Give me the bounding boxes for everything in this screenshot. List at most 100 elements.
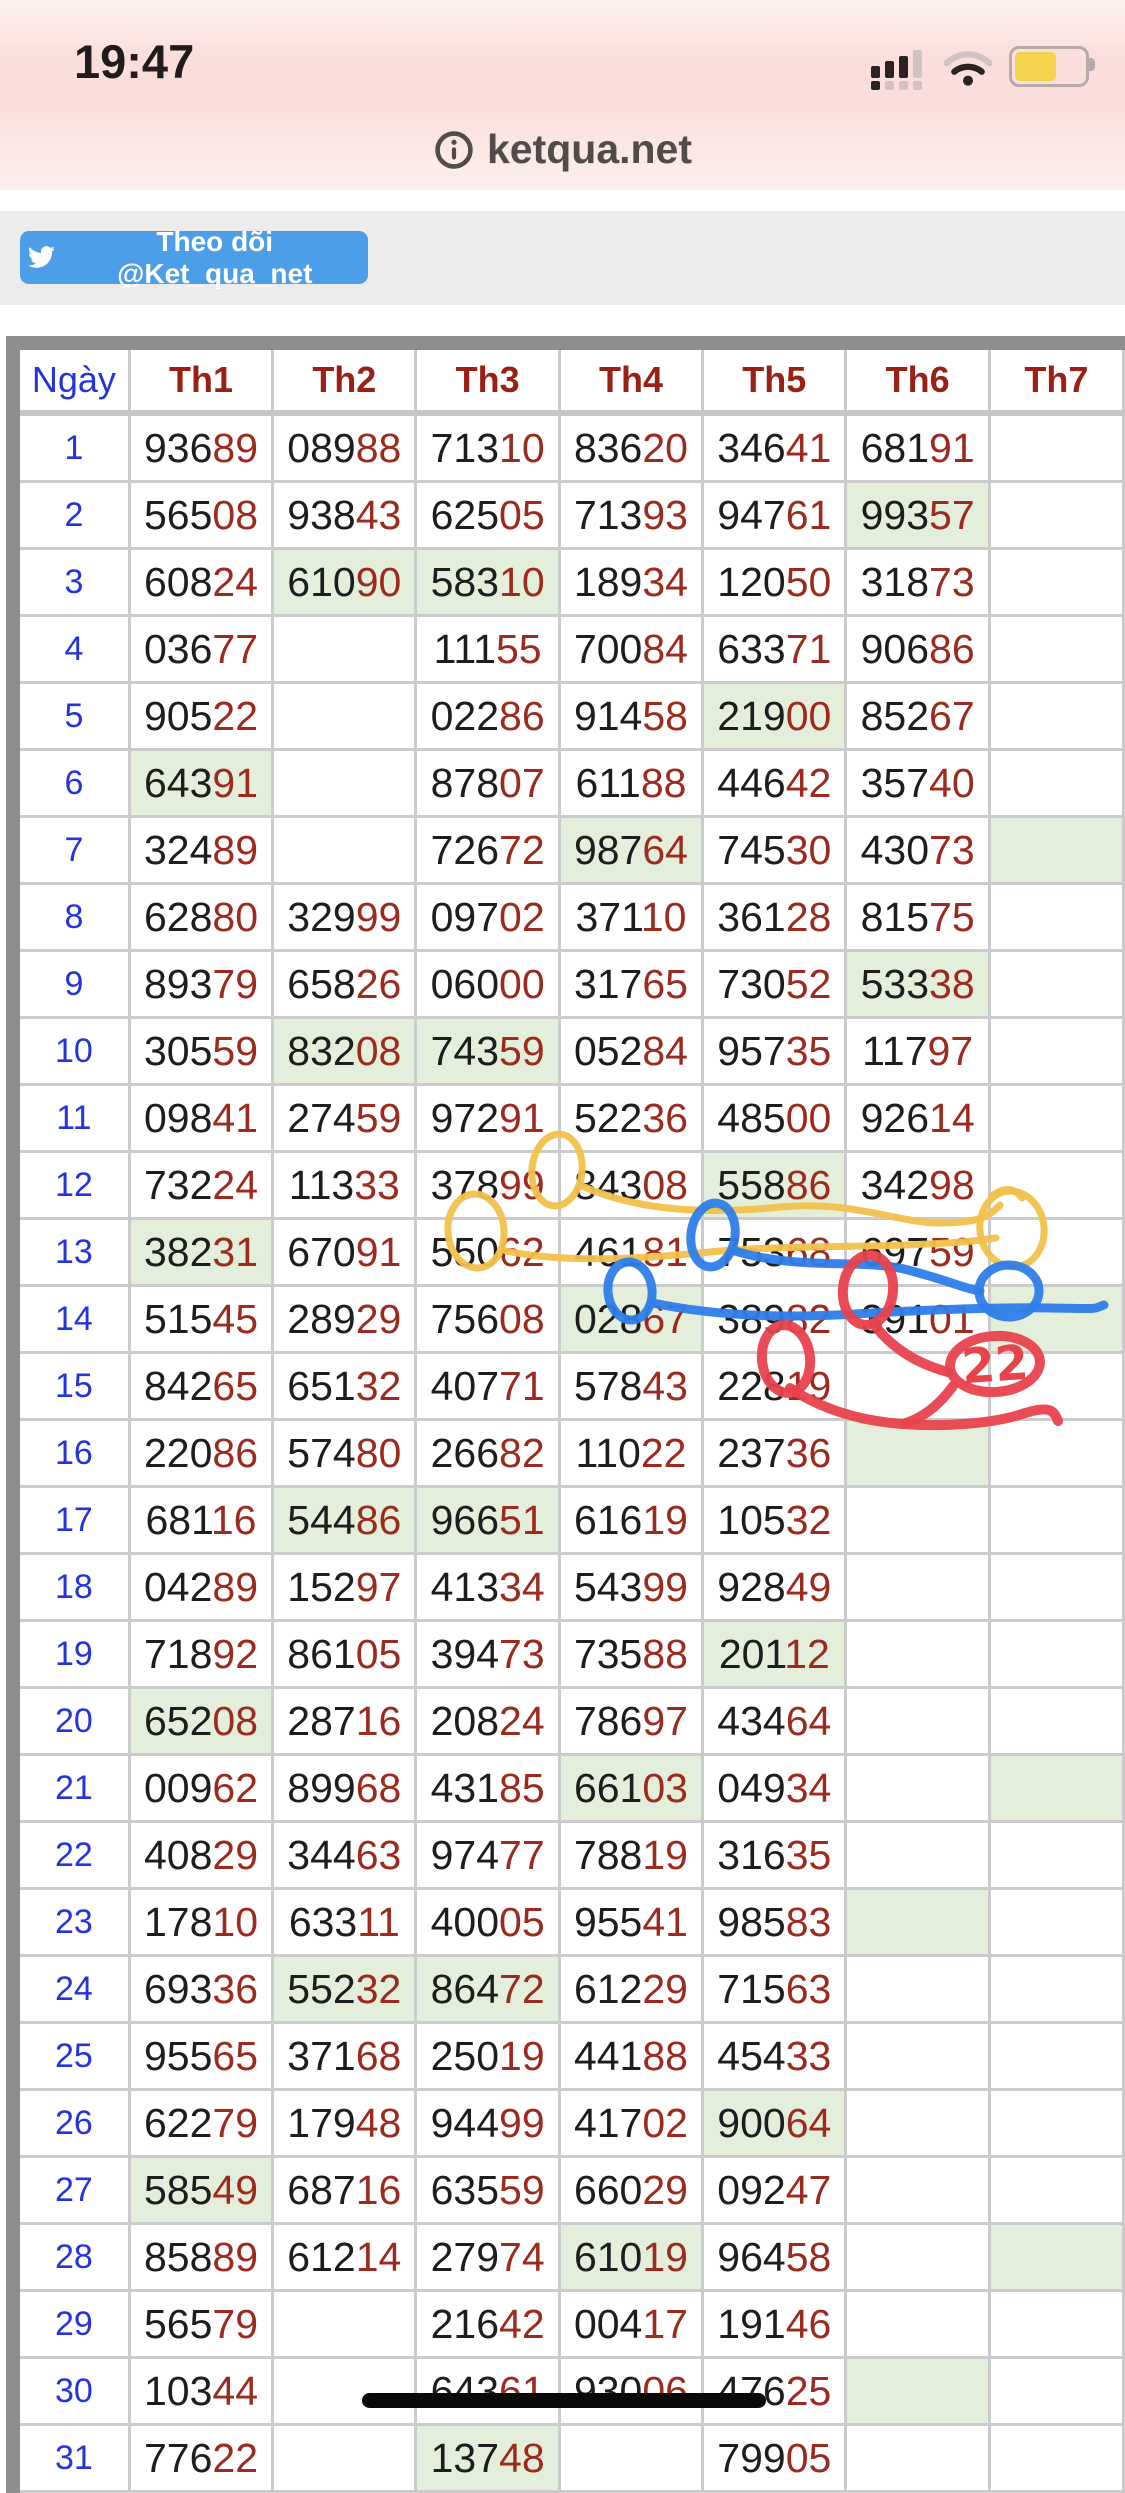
day-cell: 20 bbox=[20, 1688, 129, 1755]
result-cell: 55232 bbox=[273, 1956, 416, 2023]
result-cell: 11022 bbox=[559, 1420, 702, 1487]
result-cell: 34463 bbox=[273, 1822, 416, 1889]
result-cell: 99357 bbox=[846, 482, 989, 549]
result-cell: 28716 bbox=[273, 1688, 416, 1755]
result-cell: 32489 bbox=[129, 817, 272, 884]
result-cell: 94499 bbox=[416, 2090, 559, 2157]
url-domain: ketqua.net bbox=[487, 126, 692, 173]
home-indicator[interactable] bbox=[362, 2393, 766, 2408]
result-cell: 56579 bbox=[129, 2291, 272, 2358]
day-column-header: Ngày bbox=[20, 350, 129, 413]
table-row: 1936890898871310836203464168191 bbox=[20, 413, 1124, 482]
weekday-column-header: Th3 bbox=[416, 350, 559, 413]
result-cell bbox=[846, 2090, 989, 2157]
result-cell bbox=[846, 1353, 989, 1420]
info-icon[interactable] bbox=[433, 129, 475, 171]
result-cell: 55886 bbox=[703, 1152, 846, 1219]
result-cell: 92849 bbox=[703, 1554, 846, 1621]
day-cell: 23 bbox=[20, 1889, 129, 1956]
table-row: 3010344643619300647625 bbox=[20, 2358, 1124, 2425]
day-cell: 19 bbox=[20, 1621, 129, 1688]
day-cell: 2 bbox=[20, 482, 129, 549]
result-cell: 04289 bbox=[129, 1554, 272, 1621]
day-cell: 21 bbox=[20, 1755, 129, 1822]
result-cell: 62505 bbox=[416, 482, 559, 549]
result-cell: 61188 bbox=[559, 750, 702, 817]
result-cell: 86105 bbox=[273, 1621, 416, 1688]
table-row: 259556537168250194418845433 bbox=[20, 2023, 1124, 2090]
day-cell: 28 bbox=[20, 2224, 129, 2291]
result-cell: 21900 bbox=[703, 683, 846, 750]
result-cell: 94761 bbox=[703, 482, 846, 549]
address-bar[interactable]: ketqua.net bbox=[0, 126, 1125, 181]
day-cell: 27 bbox=[20, 2157, 129, 2224]
table-row: 288588961214279746101996458 bbox=[20, 2224, 1124, 2291]
result-cell: 52236 bbox=[559, 1085, 702, 1152]
result-cell: 93006 bbox=[559, 2358, 702, 2425]
result-cell: 54399 bbox=[559, 1554, 702, 1621]
result-cell: 22086 bbox=[129, 1420, 272, 1487]
table-row: 2956579216420041719146 bbox=[20, 2291, 1124, 2358]
result-cell: 95735 bbox=[703, 1018, 846, 1085]
result-cell: 78697 bbox=[559, 1688, 702, 1755]
result-cell bbox=[989, 1956, 1123, 2023]
result-cell: 37110 bbox=[559, 884, 702, 951]
follow-strip: Theo dõi @Ket_qua_net bbox=[0, 211, 1125, 305]
result-cell bbox=[989, 1286, 1123, 1353]
result-cell bbox=[989, 1085, 1123, 1152]
result-cell: 13748 bbox=[416, 2425, 559, 2492]
result-cell: 64391 bbox=[129, 750, 272, 817]
result-cell: 37168 bbox=[273, 2023, 416, 2090]
result-cell: 21642 bbox=[416, 2291, 559, 2358]
result-cell bbox=[846, 1755, 989, 1822]
day-cell: 31 bbox=[20, 2425, 129, 2492]
result-cell: 48500 bbox=[703, 1085, 846, 1152]
result-cell: 75608 bbox=[416, 1286, 559, 1353]
result-cell: 71393 bbox=[559, 482, 702, 549]
result-cell bbox=[989, 2425, 1123, 2492]
result-cell bbox=[989, 1152, 1123, 1219]
table-row: 66439187807611884464235740 bbox=[20, 750, 1124, 817]
result-cell: 71563 bbox=[703, 1956, 846, 2023]
result-cell: 87807 bbox=[416, 750, 559, 817]
result-cell: 63311 bbox=[273, 1889, 416, 1956]
result-cell: 34641 bbox=[703, 413, 846, 482]
result-cell: 27459 bbox=[273, 1085, 416, 1152]
result-cell: 04934 bbox=[703, 1755, 846, 1822]
result-cell bbox=[989, 1755, 1123, 1822]
result-cell: 10344 bbox=[129, 2358, 272, 2425]
twitter-follow-button[interactable]: Theo dõi @Ket_qua_net bbox=[20, 231, 368, 284]
table-row: 224082934463974777881931635 bbox=[20, 1822, 1124, 1889]
result-cell: 90522 bbox=[129, 683, 272, 750]
result-cell: 62880 bbox=[129, 884, 272, 951]
result-cell: 45433 bbox=[703, 2023, 846, 2090]
result-cell bbox=[989, 2023, 1123, 2090]
result-cell: 20824 bbox=[416, 1688, 559, 1755]
weekday-column-header: Th1 bbox=[129, 350, 272, 413]
day-cell: 17 bbox=[20, 1487, 129, 1554]
table-row: 13382316709155062461817536869759 bbox=[20, 1219, 1124, 1286]
day-cell: 11 bbox=[20, 1085, 129, 1152]
result-cell: 66029 bbox=[559, 2157, 702, 2224]
result-cell: 61214 bbox=[273, 2224, 416, 2291]
table-row: 246933655232864726122971563 bbox=[20, 1956, 1124, 2023]
result-cell: 61090 bbox=[273, 549, 416, 616]
results-table: NgàyTh1Th2Th3Th4Th5Th6Th7 19368908988713… bbox=[6, 336, 1125, 2493]
day-cell: 3 bbox=[20, 549, 129, 616]
day-cell: 25 bbox=[20, 2023, 129, 2090]
result-cell: 90686 bbox=[846, 616, 989, 683]
result-cell: 60824 bbox=[129, 549, 272, 616]
weekday-column-header: Th7 bbox=[989, 350, 1123, 413]
result-cell bbox=[989, 1353, 1123, 1420]
day-cell: 29 bbox=[20, 2291, 129, 2358]
day-cell: 26 bbox=[20, 2090, 129, 2157]
result-cell: 11797 bbox=[846, 1018, 989, 1085]
result-cell: 55062 bbox=[416, 1219, 559, 1286]
day-cell: 14 bbox=[20, 1286, 129, 1353]
result-cell: 98583 bbox=[703, 1889, 846, 1956]
result-cell: 70084 bbox=[559, 616, 702, 683]
table-row: 10305598320874359052849573511797 bbox=[20, 1018, 1124, 1085]
result-cell bbox=[846, 2224, 989, 2291]
result-cell: 83208 bbox=[273, 1018, 416, 1085]
result-cell: 96458 bbox=[703, 2224, 846, 2291]
